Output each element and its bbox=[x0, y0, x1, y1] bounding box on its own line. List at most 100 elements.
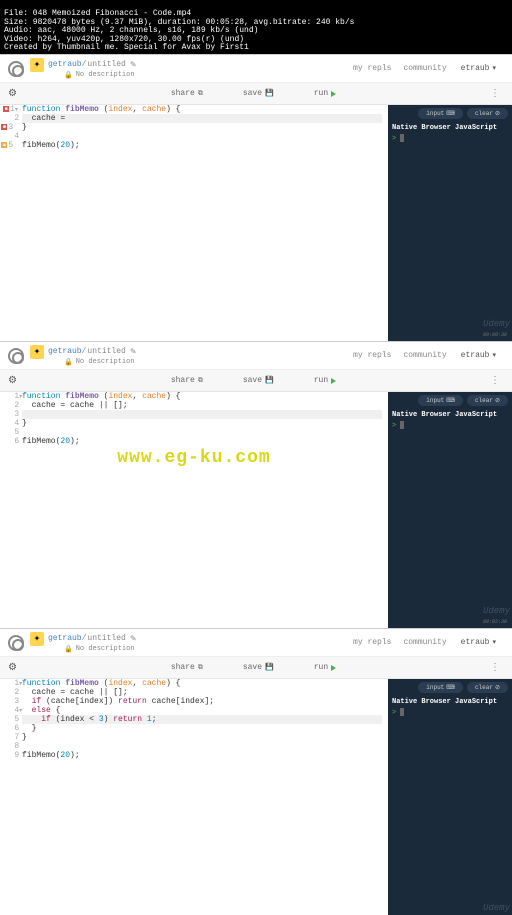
gear-icon[interactable]: ⚙ bbox=[8, 375, 17, 387]
no-description: No description bbox=[76, 71, 135, 79]
udemy-watermark: Udemy00:02:30 bbox=[483, 606, 510, 626]
replit-logo-icon[interactable] bbox=[8, 61, 24, 77]
community-link[interactable]: community bbox=[403, 638, 446, 647]
gear-icon[interactable]: ⚙ bbox=[8, 88, 17, 100]
share-icon: ⧉ bbox=[198, 664, 203, 672]
save-button[interactable]: save💾 bbox=[243, 376, 274, 385]
save-icon: 💾 bbox=[265, 89, 274, 98]
chevron-down-icon: ▾ bbox=[492, 351, 496, 360]
run-button[interactable]: run bbox=[314, 89, 336, 98]
my-repls-link[interactable]: my repls bbox=[353, 351, 391, 360]
lock-icon: 🔒 bbox=[64, 645, 73, 654]
input-button[interactable]: input ⌨ bbox=[418, 682, 463, 693]
run-button[interactable]: run bbox=[314, 376, 336, 385]
lock-icon: 🔒 bbox=[64, 71, 73, 80]
code-editor[interactable]: 1▾ 2 3 4 5 6 function fibMemo (index, ca… bbox=[0, 392, 388, 628]
share-button[interactable]: share⧉ bbox=[171, 376, 203, 385]
chevron-down-icon: ▾ bbox=[492, 64, 496, 73]
edit-icon[interactable]: ✎ bbox=[130, 60, 137, 70]
account-menu[interactable]: etraub▾ bbox=[453, 636, 504, 649]
gear-icon[interactable]: ⚙ bbox=[8, 662, 17, 674]
ffprobe-output: File: 048 Memoized Fibonacci - Code.mp4 … bbox=[0, 0, 512, 54]
account-menu[interactable]: etraub▾ bbox=[453, 349, 504, 362]
code-editor[interactable]: ■1▾ 2 ■3 4 ▲5 function fibMemo (index, c… bbox=[0, 105, 388, 341]
avatar[interactable]: ✦ bbox=[30, 58, 44, 72]
community-link[interactable]: community bbox=[403, 351, 446, 360]
edit-icon[interactable]: ✎ bbox=[130, 634, 137, 644]
repl-instance-2: ✦ getraub/untitled ✎ 🔒 No description my… bbox=[0, 341, 512, 628]
no-description: No description bbox=[76, 645, 135, 653]
console-cursor bbox=[400, 421, 404, 429]
console-title: Native Browser JavaScript bbox=[392, 124, 508, 132]
my-repls-link[interactable]: my repls bbox=[353, 638, 391, 647]
console-title: Native Browser JavaScript bbox=[392, 698, 508, 706]
code-body[interactable]: function fibMemo (index, cache) { cache … bbox=[22, 392, 382, 446]
udemy-watermark: Udemy00:00:30 bbox=[483, 319, 510, 339]
warn-marker-icon: ▲ bbox=[1, 142, 7, 148]
share-icon: ⧉ bbox=[198, 90, 203, 98]
console-prompt[interactable]: > bbox=[392, 135, 396, 143]
menu-dots-icon[interactable]: ⋮ bbox=[490, 662, 500, 674]
top-bar: ✦ getraub/untitled ✎ 🔒 No description my… bbox=[0, 629, 512, 657]
top-bar: ✦ getraub/untitled ✎ 🔒 No description my… bbox=[0, 342, 512, 370]
console-title: Native Browser JavaScript bbox=[392, 411, 508, 419]
code-editor[interactable]: 1▾ 2 3 4▾ 5 6 7 8 9 function fibMemo (in… bbox=[0, 679, 388, 915]
replit-logo-icon[interactable] bbox=[8, 348, 24, 364]
console-pane: input ⌨ clear ⊘ Native Browser JavaScrip… bbox=[388, 392, 512, 628]
avatar[interactable]: ✦ bbox=[30, 345, 44, 359]
input-button[interactable]: input ⌨ bbox=[418, 395, 463, 406]
save-button[interactable]: save💾 bbox=[243, 89, 274, 98]
gutter: ■1▾ 2 ■3 4 ▲5 bbox=[0, 105, 22, 150]
console-pane: input ⌨ clear ⊘ Native Browser JavaScrip… bbox=[388, 105, 512, 341]
user-link[interactable]: getraub bbox=[48, 60, 82, 69]
play-icon bbox=[331, 91, 336, 97]
save-icon: 💾 bbox=[265, 663, 274, 672]
save-button[interactable]: save💾 bbox=[243, 663, 274, 672]
console-pane: input ⌨ clear ⊘ Native Browser JavaScrip… bbox=[388, 679, 512, 915]
share-icon: ⧉ bbox=[198, 377, 203, 385]
menu-dots-icon[interactable]: ⋮ bbox=[490, 88, 500, 100]
community-link[interactable]: community bbox=[403, 64, 446, 73]
lock-icon: 🔒 bbox=[64, 358, 73, 367]
user-link[interactable]: getraub bbox=[48, 634, 82, 643]
console-cursor bbox=[400, 134, 404, 142]
clear-button[interactable]: clear ⊘ bbox=[467, 108, 508, 119]
gutter: 1▾ 2 3 4▾ 5 6 7 8 9 bbox=[0, 679, 22, 760]
run-button[interactable]: run bbox=[314, 663, 336, 672]
top-bar: ✦ getraub/untitled ✎ 🔒 No description my… bbox=[0, 55, 512, 83]
watermark: www.eg-ku.com bbox=[117, 448, 270, 468]
error-marker-icon: ■ bbox=[1, 124, 7, 130]
replit-logo-icon[interactable] bbox=[8, 635, 24, 651]
share-button[interactable]: share⧉ bbox=[171, 89, 203, 98]
toolbar: ⚙ share⧉ save💾 run ⋮ bbox=[0, 370, 512, 392]
save-icon: 💾 bbox=[265, 376, 274, 385]
account-menu[interactable]: etraub▾ bbox=[453, 62, 504, 75]
code-body[interactable]: function fibMemo (index, cache) { cache … bbox=[22, 679, 382, 760]
console-cursor bbox=[400, 708, 404, 716]
avatar[interactable]: ✦ bbox=[30, 632, 44, 646]
repl-instance-3: ✦ getraub/untitled ✎ 🔒 No description my… bbox=[0, 628, 512, 915]
input-button[interactable]: input ⌨ bbox=[418, 108, 463, 119]
repl-title[interactable]: untitled bbox=[87, 347, 125, 356]
menu-dots-icon[interactable]: ⋮ bbox=[490, 375, 500, 387]
repl-title[interactable]: untitled bbox=[87, 60, 125, 69]
console-prompt[interactable]: > bbox=[392, 709, 396, 717]
ffprobe-created: Created by Thumbnail me. Special for Ava… bbox=[4, 43, 249, 52]
user-link[interactable]: getraub bbox=[48, 347, 82, 356]
toolbar: ⚙ share⧉ save💾 run ⋮ bbox=[0, 83, 512, 105]
play-icon bbox=[331, 665, 336, 671]
edit-icon[interactable]: ✎ bbox=[130, 347, 137, 357]
clear-button[interactable]: clear ⊘ bbox=[467, 682, 508, 693]
play-icon bbox=[331, 378, 336, 384]
gutter: 1▾ 2 3 4 5 6 bbox=[0, 392, 22, 446]
my-repls-link[interactable]: my repls bbox=[353, 64, 391, 73]
udemy-watermark: Udemy bbox=[483, 903, 510, 913]
console-prompt[interactable]: > bbox=[392, 422, 396, 430]
error-marker-icon: ■ bbox=[3, 106, 9, 112]
repl-title[interactable]: untitled bbox=[87, 634, 125, 643]
share-button[interactable]: share⧉ bbox=[171, 663, 203, 672]
no-description: No description bbox=[76, 358, 135, 366]
clear-button[interactable]: clear ⊘ bbox=[467, 395, 508, 406]
code-body[interactable]: function fibMemo (index, cache) { cache … bbox=[22, 105, 382, 150]
toolbar: ⚙ share⧉ save💾 run ⋮ bbox=[0, 657, 512, 679]
